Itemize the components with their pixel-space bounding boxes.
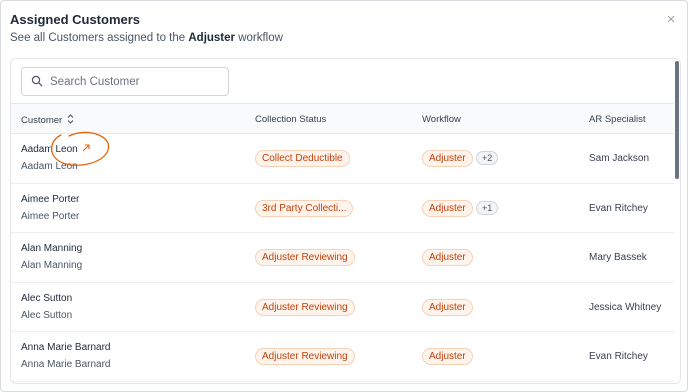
customers-panel: Customer Collection Status Workflow AR S… bbox=[10, 58, 681, 384]
close-icon[interactable]: × bbox=[663, 12, 679, 28]
more-workflows-count[interactable]: +2 bbox=[476, 151, 499, 165]
table-header: Customer Collection Status Workflow AR S… bbox=[11, 103, 676, 134]
ar-specialist-name: Evan Ritchey bbox=[589, 202, 648, 214]
customer-name: Aadam Leon bbox=[21, 144, 78, 155]
modal-header: Assigned Customers See all Customers ass… bbox=[10, 12, 687, 45]
column-header-customer-label: Customer bbox=[21, 115, 63, 126]
collection-status-badge: Collect Deductible bbox=[255, 150, 350, 167]
collection-status-badge: Adjuster Reviewing bbox=[255, 298, 355, 316]
workflow-badge: Adjuster bbox=[422, 249, 473, 266]
customer-subtitle: Alan Manning bbox=[21, 260, 83, 271]
search-input[interactable] bbox=[50, 72, 222, 92]
customer-name[interactable]: Aimee Porter bbox=[21, 194, 79, 206]
column-header-collection-status: Collection Status bbox=[255, 114, 327, 125]
external-link-arrow-icon[interactable] bbox=[82, 144, 90, 152]
customer-subtitle: Aimee Porter bbox=[21, 210, 80, 222]
table-row[interactable]: Aimee Porter Aimee Porter 3rd Party Coll… bbox=[11, 184, 676, 233]
search-box[interactable] bbox=[21, 67, 229, 96]
column-header-customer[interactable]: Customer bbox=[21, 114, 74, 127]
subtitle-workflow-name: Adjuster bbox=[188, 32, 236, 44]
table-row[interactable]: Aadam Leon Aadam Leon Collect Deductible… bbox=[11, 134, 676, 184]
ar-specialist-name: Evan Ritchey bbox=[589, 351, 648, 362]
customer-subtitle: Anna Marie Barnard bbox=[21, 359, 111, 370]
customer-subtitle: Aadam Leon bbox=[21, 161, 78, 172]
ar-specialist-name: Sam Jackson bbox=[589, 153, 650, 164]
workflow-badge: Adjuster bbox=[422, 199, 473, 217]
column-header-workflow: Workflow bbox=[422, 114, 461, 125]
collection-status-badge: Adjuster Reviewing bbox=[255, 249, 355, 266]
scrollbar-thumb[interactable] bbox=[675, 61, 679, 179]
assigned-customers-modal: Assigned Customers See all Customers ass… bbox=[0, 0, 688, 392]
ar-specialist-name: Mary Bassek bbox=[589, 252, 647, 263]
customer-subtitle: Alec Sutton bbox=[21, 309, 73, 321]
collection-status-badge: Adjuster Reviewing bbox=[255, 348, 355, 365]
modal-subtitle: See all Customers assigned to the Adjust… bbox=[10, 31, 687, 45]
customer-name[interactable]: Alec Sutton bbox=[21, 293, 72, 305]
modal-title: Assigned Customers bbox=[10, 12, 141, 27]
customer-name[interactable]: Anna Marie Barnard bbox=[21, 342, 111, 354]
sort-updown-icon[interactable] bbox=[67, 114, 74, 124]
workflow-badge: Adjuster bbox=[422, 150, 473, 167]
subtitle-prefix: See all Customers assigned to the bbox=[10, 32, 189, 44]
table-body: Aadam Leon Aadam Leon Collect Deductible… bbox=[11, 134, 676, 382]
table-row[interactable]: Alan Manning Alan Manning Adjuster Revie… bbox=[11, 233, 676, 283]
subtitle-suffix: workflow bbox=[235, 32, 283, 44]
workflow-badge: Adjuster bbox=[422, 348, 473, 365]
customer-name[interactable]: Alan Manning bbox=[21, 243, 82, 255]
collection-status-badge: 3rd Party Collecti... bbox=[255, 199, 354, 217]
workflow-badge: Adjuster bbox=[422, 298, 473, 316]
column-header-ar-specialist: AR Specialist bbox=[589, 114, 646, 125]
table-row[interactable]: Alec Sutton Alec Sutton Adjuster Reviewi… bbox=[11, 283, 676, 332]
scrollbar[interactable] bbox=[674, 59, 680, 383]
more-workflows-count[interactable]: +1 bbox=[476, 200, 499, 215]
table-row[interactable]: Anna Marie Barnard Anna Marie Barnard Ad… bbox=[11, 332, 676, 382]
ar-specialist-name: Jessica Whitney bbox=[589, 301, 662, 313]
customer-name-link[interactable]: Aadam Leon bbox=[21, 144, 90, 156]
search-icon bbox=[31, 75, 43, 87]
